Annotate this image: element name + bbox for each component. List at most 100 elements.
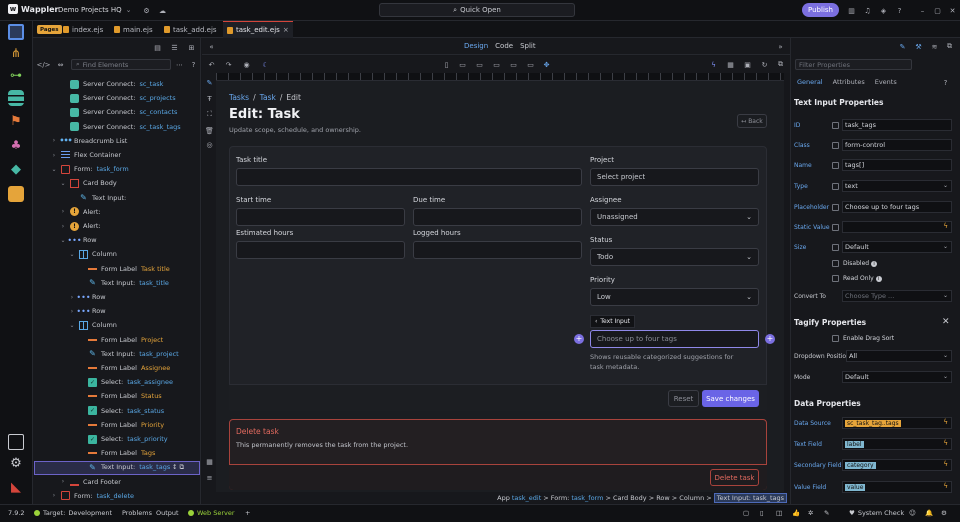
cloud-icon[interactable]: ☁ <box>157 5 168 16</box>
lightning-bolt-icon[interactable]: ϟ <box>943 482 948 490</box>
tab-task-edit[interactable]: task_edit.ejs × <box>223 21 293 38</box>
tab-index[interactable]: index.ejs <box>63 21 103 38</box>
database-icon[interactable] <box>8 90 24 106</box>
code-brackets-icon[interactable]: </> <box>36 59 50 70</box>
back-button[interactable]: ↤ Back <box>737 114 767 128</box>
settings-gear-icon[interactable]: ⚙ <box>8 456 24 472</box>
wappler-logo[interactable]: w Wappler <box>8 4 59 14</box>
property-info-icon[interactable] <box>832 122 839 129</box>
dropdown-position-select[interactable]: All ⌄ <box>846 350 952 362</box>
drag-sort-checkbox[interactable] <box>832 335 839 342</box>
system-check-button[interactable]: ♥ System Check <box>849 509 904 517</box>
grid-icon[interactable]: ▦ <box>725 59 736 70</box>
tab-events[interactable]: Events <box>875 78 897 86</box>
priority-select[interactable]: Low ⌄ <box>590 288 759 306</box>
tree-row[interactable]: Form Label Status <box>78 389 162 403</box>
dark-mode-moon-icon[interactable]: ☾ <box>260 59 271 70</box>
find-elements-input[interactable]: ⌕ Find Elements <box>71 59 171 70</box>
mode-select[interactable]: Default ⌄ <box>842 371 952 383</box>
thumbs-up-icon[interactable]: 👍 <box>792 509 800 517</box>
help-icon[interactable]: ? <box>188 59 199 70</box>
tab-general[interactable]: General <box>797 78 823 86</box>
chevron-right-icon[interactable]: › <box>60 223 66 230</box>
list-icon[interactable]: ≡ <box>204 472 215 483</box>
tree-row[interactable]: Form Label Task title <box>78 262 170 276</box>
tree-row[interactable]: ⌄ Form: task_form <box>51 162 129 176</box>
property-field[interactable]: Choose up to four tags <box>842 201 952 213</box>
undo-icon[interactable]: ↶ <box>206 59 217 70</box>
panel-layout-icon[interactable]: ▤ <box>152 42 163 53</box>
tab-task-add[interactable]: task_add.ejs <box>164 21 217 38</box>
bell-icon[interactable]: ♫ <box>862 5 873 16</box>
device-wide-icon[interactable]: ▭ <box>525 59 536 70</box>
breadcrumb-segment[interactable]: task_edit <box>512 494 541 502</box>
help-icon[interactable]: ? <box>940 77 951 88</box>
lightning-bolt-icon[interactable]: ϟ <box>943 222 948 230</box>
property-field[interactable]: Default ⌄ <box>842 241 952 253</box>
docs-icon[interactable]: ⧉ <box>944 41 955 52</box>
pages-icon[interactable] <box>8 24 24 40</box>
chevron-down-icon[interactable]: ⌄ <box>51 166 57 173</box>
property-field[interactable]: task_tags <box>842 119 952 131</box>
tab-design[interactable]: Design <box>464 42 488 50</box>
tab-split[interactable]: Split <box>520 42 536 50</box>
text-format-icon[interactable]: Ŧ <box>204 93 215 104</box>
tree-row[interactable]: ⌄ Column <box>69 318 117 332</box>
secondary-field-value[interactable]: category ϟ <box>842 459 952 471</box>
edit-properties-icon[interactable]: ✎ <box>897 41 908 52</box>
task-title-input[interactable] <box>236 168 582 186</box>
bug-icon[interactable]: ✲ <box>808 509 813 517</box>
help-icon[interactable]: ? <box>894 5 905 16</box>
close-section-icon[interactable]: ✕ <box>942 317 950 327</box>
eye-icon[interactable]: ◎ <box>204 139 215 150</box>
maximize-window-icon[interactable]: ▢ <box>932 5 943 16</box>
problems-tab[interactable]: Problems <box>122 509 152 517</box>
chevron-right-icon[interactable]: › <box>69 294 75 301</box>
disabled-checkbox[interactable] <box>832 260 839 267</box>
add-icon[interactable]: + <box>245 509 250 517</box>
tree-row[interactable]: Server Connect: sc_projects <box>60 91 176 105</box>
lightning-bolt-icon[interactable]: ϟ <box>943 460 948 468</box>
tree-row[interactable]: › ••• Breadcrumb List <box>51 134 128 148</box>
collapse-right-icon[interactable]: » <box>775 41 786 52</box>
tab-main[interactable]: main.ejs <box>114 21 153 38</box>
tab-attributes[interactable]: Attributes <box>833 78 865 86</box>
property-field[interactable]: form-control <box>842 139 952 151</box>
chevron-right-icon[interactable]: › <box>69 308 75 315</box>
read-only-checkbox[interactable] <box>832 275 839 282</box>
assets-icon[interactable]: ♣ <box>8 138 24 154</box>
camera-icon[interactable]: ◉ <box>241 59 252 70</box>
text-field-value[interactable]: label ϟ <box>842 438 952 450</box>
tree-row[interactable]: ⌄ Column <box>69 247 117 261</box>
close-window-icon[interactable]: ✕ <box>947 5 958 16</box>
edit-pen-icon[interactable]: ✎ <box>204 77 215 88</box>
property-field[interactable]: tags[] <box>842 159 952 171</box>
panel-toggle-icon[interactable]: ▢ <box>743 509 749 517</box>
tree-row[interactable]: Form Label Priority <box>78 418 164 432</box>
property-info-icon[interactable] <box>832 183 839 190</box>
blocks-grid-icon[interactable]: ▦ <box>204 456 215 467</box>
lightning-bolt-icon[interactable]: ϟ <box>943 418 948 426</box>
crumb-tasks[interactable]: Tasks <box>229 93 249 102</box>
tree-row[interactable]: › Flex Container <box>51 148 121 162</box>
external-preview-icon[interactable]: ⧉ <box>775 59 786 70</box>
save-changes-button[interactable]: Save changes <box>702 390 759 407</box>
tree-row[interactable]: ›! Alert: <box>60 219 101 233</box>
tree-row[interactable]: Form Label Tags <box>78 446 155 460</box>
layout-panels-icon[interactable]: ▥ <box>846 5 857 16</box>
web-server-status[interactable]: Web Server <box>188 509 235 517</box>
tree-row[interactable]: › ••• Row <box>69 304 106 318</box>
property-field[interactable]: ϟ <box>842 221 952 233</box>
device-tablet-icon[interactable]: ▭ <box>457 59 468 70</box>
breadcrumb-segment[interactable]: > Form: <box>543 494 569 502</box>
property-field[interactable]: text ⌄ <box>842 180 952 192</box>
notifications-bell-icon[interactable]: 🔔 <box>925 509 933 517</box>
responsive-icon[interactable]: ✥ <box>541 59 552 70</box>
feedback-pen-icon[interactable]: ✎ <box>824 509 829 517</box>
property-info-icon[interactable] <box>832 142 839 149</box>
trash-icon[interactable]: 🗑 <box>204 125 215 136</box>
lightning-bolt-icon[interactable]: ϟ <box>943 439 948 447</box>
tree-row[interactable]: › Form: task_delete <box>51 489 134 503</box>
tree-row[interactable]: Server Connect: sc_contacts <box>60 105 177 119</box>
estimated-hours-input[interactable] <box>236 241 405 259</box>
